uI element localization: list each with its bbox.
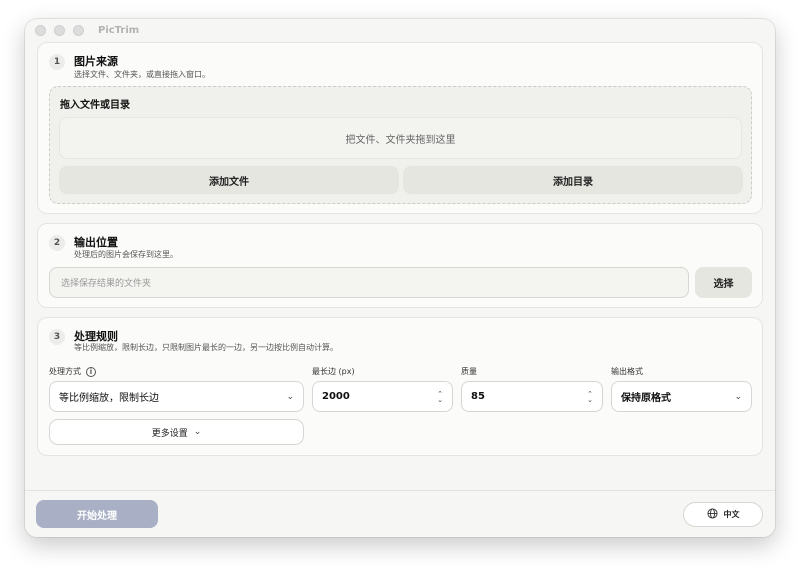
max-edge-value: 2000 [322, 391, 350, 402]
window-controls [35, 24, 84, 36]
quality-label: 质量 [461, 367, 477, 376]
stepper-arrows-icon[interactable]: ⌃ ⌄ [437, 390, 443, 403]
add-directory-button[interactable]: 添加目录 [403, 166, 743, 194]
rules-description: 等比例缩放，限制长边，只限制图片最长的一边，另一边按比例自动计算。 [74, 343, 338, 352]
output-description: 处理后的图片会保存到这里。 [74, 250, 178, 259]
stepper-arrows-icon[interactable]: ⌃ ⌄ [587, 390, 593, 403]
drop-area-title: 拖入文件或目录 [60, 100, 130, 111]
add-file-button[interactable]: 添加文件 [59, 166, 399, 194]
format-select-value: 保持原格式 [621, 393, 671, 404]
step-badge-1: 1 [49, 54, 65, 70]
close-window-button[interactable] [35, 24, 46, 36]
output-folder-input[interactable]: 选择保存结果的文件夹 [49, 267, 689, 298]
step-badge-3: 3 [49, 329, 65, 345]
zoom-window-button[interactable] [73, 24, 84, 36]
footer-bar: 开始处理 中文 [25, 490, 775, 537]
chevron-down-icon: ⌄ [286, 391, 294, 402]
quality-value: 85 [471, 391, 485, 402]
output-title: 输出位置 [74, 236, 118, 249]
info-icon[interactable]: i [86, 366, 96, 377]
globe-icon [706, 508, 718, 521]
mode-select-value: 等比例缩放，限制长边 [59, 393, 159, 404]
drop-zone-hint: 把文件、文件夹拖到这里 [345, 134, 456, 146]
rules-section: 3 处理规则 等比例缩放，限制长边，只限制图片最长的一边，另一边按比例自动计算。… [37, 317, 763, 456]
chevron-down-icon: ⌄ [734, 391, 742, 402]
app-window: PicTrim 1 图片来源 选择文件、文件夹，或直接拖入窗口。 拖入文件或目录… [25, 19, 775, 537]
drop-zone[interactable]: 把文件、文件夹拖到这里 [59, 117, 742, 159]
source-description: 选择文件、文件夹，或直接拖入窗口。 [74, 70, 210, 79]
mode-select[interactable]: 等比例缩放，限制长边 ⌄ [49, 381, 304, 412]
format-label: 输出格式 [611, 367, 643, 376]
format-select[interactable]: 保持原格式 ⌄ [611, 381, 752, 412]
language-button[interactable]: 中文 [683, 502, 763, 527]
mode-label-text: 处理方式 [49, 367, 81, 376]
max-edge-label: 最长边 (px) [312, 367, 355, 376]
drop-area[interactable]: 拖入文件或目录 把文件、文件夹拖到这里 添加文件 添加目录 [49, 86, 752, 204]
mode-label: 处理方式 i [49, 366, 96, 377]
chevron-down-icon: ⌄ [193, 427, 202, 437]
minimize-window-button[interactable] [54, 24, 65, 36]
step-badge-2: 2 [49, 235, 65, 251]
choose-folder-button[interactable]: 选择 [695, 267, 752, 298]
output-folder-placeholder: 选择保存结果的文件夹 [61, 279, 152, 289]
title-bar: PicTrim [25, 19, 775, 41]
quality-stepper[interactable]: 85 ⌃ ⌄ [461, 381, 603, 412]
source-title: 图片来源 [74, 55, 118, 68]
output-section: 2 输出位置 处理后的图片会保存到这里。 选择保存结果的文件夹 选择 [37, 223, 763, 308]
start-processing-button[interactable]: 开始处理 [36, 500, 158, 528]
source-section: 1 图片来源 选择文件、文件夹，或直接拖入窗口。 拖入文件或目录 把文件、文件夹… [37, 42, 763, 214]
app-title: PicTrim [98, 24, 140, 36]
more-settings-button[interactable]: 更多设置 ⌄ [49, 419, 304, 445]
language-label: 中文 [723, 510, 740, 519]
more-settings-label: 更多设置 [151, 428, 188, 439]
max-edge-stepper[interactable]: 2000 ⌃ ⌄ [312, 381, 453, 412]
